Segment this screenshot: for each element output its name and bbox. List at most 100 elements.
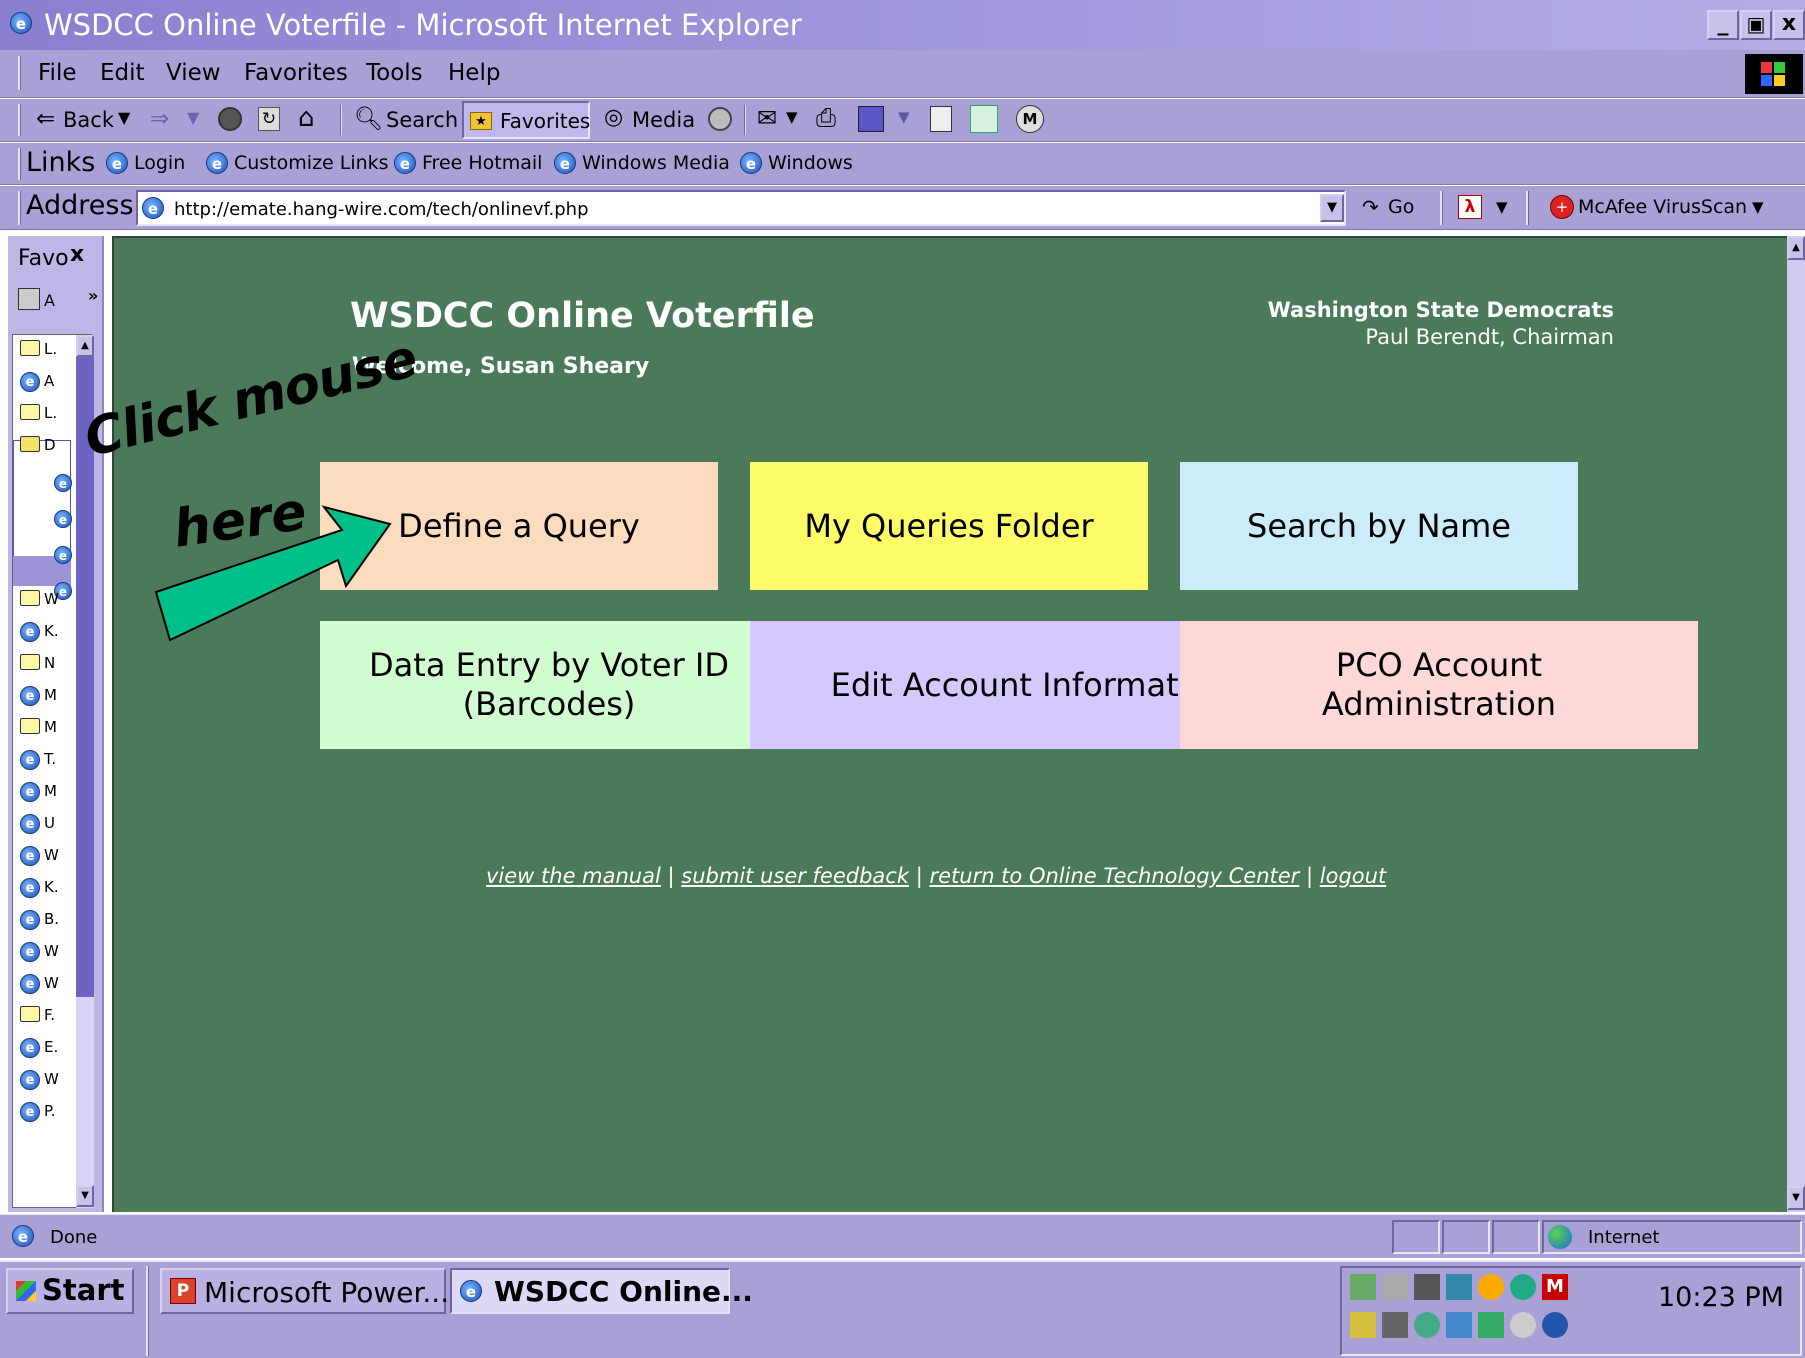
return-otc-link[interactable]: return to Online Technology Center	[929, 864, 1299, 888]
mail-dropdown-icon[interactable]: ▼	[786, 108, 798, 126]
history-icon[interactable]	[708, 107, 732, 131]
favorites-item-label: K.	[44, 878, 59, 896]
favorites-item[interactable]: e K.	[20, 620, 76, 646]
minimize-button[interactable]: _	[1707, 10, 1739, 40]
favorites-item[interactable]: eA	[20, 370, 76, 396]
favorites-item[interactable]: e B.	[20, 908, 76, 934]
favorites-item[interactable]: eU	[20, 812, 76, 838]
maximize-button[interactable]: ▣	[1740, 10, 1772, 40]
link-free-hotmail[interactable]: Free Hotmail	[422, 152, 542, 174]
windows-flag-icon	[16, 1281, 36, 1301]
menu-view[interactable]: View	[166, 60, 221, 86]
favorites-item[interactable]: L.	[20, 402, 76, 428]
favorites-item[interactable]: N	[20, 652, 76, 678]
tray-mcafee-icon[interactable]: M	[1542, 1274, 1568, 1300]
page-icon: e	[142, 197, 164, 219]
messenger-icon[interactable]	[970, 105, 998, 133]
back-button[interactable]: Back	[63, 108, 114, 132]
logout-link[interactable]: logout	[1320, 864, 1386, 888]
start-button[interactable]: Start	[6, 1268, 134, 1314]
search-by-name-button[interactable]: Search by Name	[1180, 462, 1578, 590]
add-favorite-button[interactable]: A	[44, 291, 55, 310]
edit-dropdown-icon[interactable]: ▼	[898, 108, 910, 126]
pco-account-admin-button[interactable]: PCO Account Administration	[1180, 621, 1698, 749]
refresh-icon[interactable]: ↻	[258, 107, 280, 131]
favorites-item-label: W	[44, 942, 59, 960]
stop-icon[interactable]	[218, 107, 242, 131]
favorites-item[interactable]: F.	[20, 1004, 76, 1030]
task-powerpoint[interactable]: P Microsoft Power...	[160, 1268, 449, 1314]
page-scroll-up[interactable]: ▲	[1787, 236, 1805, 260]
tray-app-icon[interactable]	[1542, 1312, 1568, 1338]
favorites-button[interactable]: ★ Favorites	[462, 101, 590, 139]
tray-computer-icon[interactable]	[1414, 1274, 1440, 1300]
favorites-item[interactable]: eM	[20, 780, 76, 806]
tray-sync-icon[interactable]	[1414, 1312, 1440, 1338]
search-button[interactable]: Search	[386, 108, 458, 132]
favorite-page-icon: e	[20, 846, 40, 866]
media-button[interactable]: Media	[632, 108, 695, 132]
back-dropdown-icon[interactable]: ▼	[118, 108, 130, 127]
my-queries-folder-button[interactable]: My Queries Folder	[750, 462, 1148, 590]
favorites-item[interactable]: L.	[20, 338, 76, 364]
address-bar: Address e http://emate.hang-wire.com/tec…	[0, 186, 1805, 230]
research-icon[interactable]: M	[1016, 105, 1044, 133]
tray-cd-icon[interactable]	[1510, 1312, 1536, 1338]
favorites-item[interactable]: eM	[20, 684, 76, 710]
mcafee-dropdown-icon[interactable]: ▼	[1752, 198, 1764, 216]
favorites-item[interactable]: eW	[20, 844, 76, 870]
mcafee-button[interactable]: McAfee VirusScan	[1578, 196, 1747, 218]
acrobat-icon[interactable]: λ	[1458, 195, 1482, 219]
link-customize-links[interactable]: Customize Links	[234, 152, 389, 174]
discuss-icon[interactable]	[930, 106, 952, 132]
go-button[interactable]: Go	[1388, 196, 1414, 218]
link-windows[interactable]: Windows	[768, 152, 853, 174]
close-button[interactable]: x	[1773, 10, 1805, 40]
page-scrollbar[interactable]: ▲ ▼	[1787, 236, 1805, 1212]
favorites-pane-close-icon[interactable]: x	[70, 242, 84, 267]
submit-feedback-link[interactable]: submit user feedback	[681, 864, 909, 888]
menu-tools[interactable]: Tools	[366, 60, 423, 86]
task-wsdcc[interactable]: e WSDCC Online...	[450, 1268, 753, 1314]
tray-media-icon[interactable]	[1446, 1312, 1472, 1338]
address-input[interactable]: e http://emate.hang-wire.com/tech/online…	[136, 190, 1346, 226]
favorites-item[interactable]: eW	[20, 940, 76, 966]
menu-file[interactable]: File	[38, 60, 77, 86]
menu-favorites[interactable]: Favorites	[244, 60, 348, 86]
forward-dropdown-icon[interactable]: ▼	[187, 108, 199, 127]
view-manual-link[interactable]: view the manual	[486, 864, 661, 888]
print-icon[interactable]: ⎙	[816, 103, 836, 133]
link-login[interactable]: Login	[134, 152, 185, 174]
tray-messenger-icon[interactable]	[1478, 1312, 1504, 1338]
favorites-item-label: F.	[44, 1006, 55, 1024]
tray-printer-icon[interactable]	[1350, 1312, 1376, 1338]
tray-globe-icon[interactable]	[1510, 1274, 1536, 1300]
tray-volume-icon[interactable]	[1382, 1274, 1408, 1300]
page-scroll-down[interactable]: ▼	[1787, 1186, 1805, 1210]
tray-network-icon[interactable]	[1350, 1274, 1376, 1300]
home-icon[interactable]: ⌂	[298, 103, 315, 133]
tray-shield-icon[interactable]	[1478, 1274, 1504, 1300]
menu-help[interactable]: Help	[448, 60, 500, 86]
add-favorite-icon[interactable]	[18, 288, 40, 310]
favorites-item[interactable]: M	[20, 716, 76, 742]
favorites-item[interactable]: eW	[20, 1068, 76, 1094]
favorites-item[interactable]: e T.	[20, 748, 76, 774]
acrobat-dropdown-icon[interactable]: ▼	[1496, 198, 1508, 216]
forward-arrow-icon[interactable]: ⇒	[150, 106, 169, 132]
favorites-item[interactable]: W	[20, 588, 76, 614]
mail-icon[interactable]: ✉	[757, 104, 777, 132]
menu-edit[interactable]: Edit	[100, 60, 145, 86]
clock[interactable]: 10:23 PM	[1658, 1282, 1784, 1313]
edit-icon[interactable]	[858, 106, 884, 132]
pane-more-icon[interactable]: »	[88, 286, 98, 305]
favorites-item[interactable]: e E.	[20, 1036, 76, 1062]
address-dropdown-button[interactable]: ▼	[1320, 194, 1344, 222]
tray-camera-icon[interactable]	[1382, 1312, 1408, 1338]
tray-monitor-icon[interactable]	[1446, 1274, 1472, 1300]
favorites-item[interactable]: e P.	[20, 1100, 76, 1126]
favorites-item[interactable]: D	[20, 434, 76, 460]
link-windows-media[interactable]: Windows Media	[582, 152, 730, 174]
favorites-item[interactable]: eW	[20, 972, 76, 998]
favorites-item[interactable]: e K.	[20, 876, 76, 902]
